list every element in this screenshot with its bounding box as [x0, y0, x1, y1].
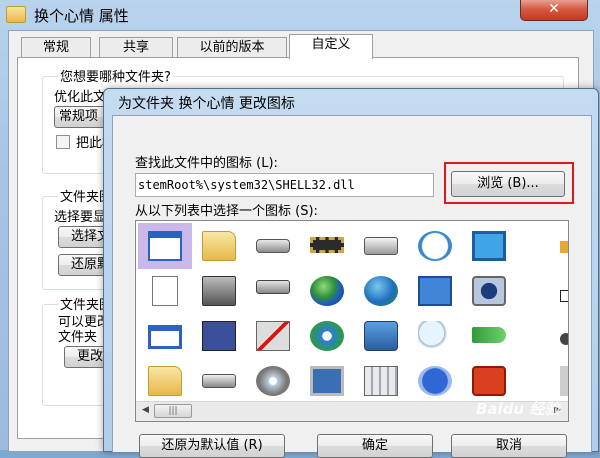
- globe-icon: [310, 276, 344, 306]
- tab-sharing[interactable]: 共享: [99, 37, 173, 58]
- icon-cell[interactable]: [408, 313, 462, 359]
- icon-cell[interactable]: [516, 223, 568, 269]
- icon-list[interactable]: ◀ ||| ▶: [135, 220, 569, 422]
- icon-cell[interactable]: [300, 268, 354, 314]
- icon-cell[interactable]: [354, 223, 408, 269]
- icon-cell[interactable]: [246, 268, 300, 314]
- drive-printer-icon: [202, 276, 236, 306]
- document-icon: [152, 276, 178, 306]
- icon-cell[interactable]: [246, 223, 300, 269]
- properties-title: 换个心情 属性: [34, 7, 129, 25]
- globe-cd-icon: [310, 321, 344, 351]
- icon-cell[interactable]: [300, 313, 354, 359]
- icon-cell[interactable]: [138, 358, 192, 404]
- icon-list-label: 从以下列表中选择一个图标 (S):: [135, 204, 318, 219]
- folder-icon: [6, 6, 26, 23]
- folder-icon-desc2: 文件夹: [58, 330, 98, 345]
- icon-cell[interactable]: [408, 268, 462, 314]
- calculator-icon: [364, 366, 398, 396]
- network-icon: [364, 321, 398, 351]
- icon-cell[interactable]: [246, 358, 300, 404]
- media-player-icon: [472, 276, 506, 306]
- scroll-left-icon[interactable]: ◀: [142, 405, 149, 415]
- restore-default-button[interactable]: 还原为默认值 (R): [139, 434, 285, 458]
- icon-cell[interactable]: [408, 223, 462, 269]
- dialog-title: 为文件夹 换个心情 更改图标: [118, 96, 295, 112]
- magnifier-icon: [418, 321, 452, 351]
- disc-drive-icon: [202, 374, 236, 388]
- close-button[interactable]: ✕: [520, 0, 588, 21]
- power-icon: [472, 366, 506, 396]
- floppy-icon: [202, 321, 236, 351]
- drive-delete-icon: [256, 321, 290, 351]
- icon-cell[interactable]: [516, 268, 568, 314]
- icon-cell[interactable]: [462, 313, 516, 359]
- icon-cell[interactable]: [462, 223, 516, 269]
- window-blank-icon: [148, 231, 182, 261]
- icon-cell[interactable]: [138, 313, 192, 359]
- icon-cell[interactable]: [192, 358, 246, 404]
- icon-cell[interactable]: [300, 358, 354, 404]
- green-arrow-icon: [472, 327, 506, 343]
- globe-network-icon: [364, 276, 398, 306]
- folder-icon-2: [148, 366, 182, 396]
- icon-cell[interactable]: [192, 313, 246, 359]
- icon-cell[interactable]: [408, 358, 462, 404]
- icon-cell[interactable]: [246, 313, 300, 359]
- folder-type-label: 您想要哪种文件夹?: [58, 66, 173, 85]
- window-frame-icon: [148, 325, 182, 349]
- find-icons-label: 查找此文件中的图标 (L):: [135, 156, 278, 171]
- printer-icon: [364, 237, 398, 255]
- control-panel-icon: [418, 276, 452, 306]
- icon-cell[interactable]: [354, 358, 408, 404]
- clock-icon: [418, 231, 452, 261]
- shortcut-arrow-icon: [560, 290, 568, 302]
- icon-cell[interactable]: [300, 223, 354, 269]
- partial-icon: [560, 241, 568, 253]
- apply-subfolders-checkbox[interactable]: [56, 135, 70, 149]
- chip-icon: [310, 237, 344, 253]
- icon-cell[interactable]: [354, 268, 408, 314]
- cancel-button[interactable]: 取消: [451, 434, 567, 458]
- tab-previous-versions[interactable]: 以前的版本: [177, 37, 287, 58]
- browse-button[interactable]: 浏览 (B)...: [451, 171, 565, 197]
- properties-titlebar: 换个心情 属性 ✕: [0, 0, 600, 30]
- help-icon: [418, 366, 452, 396]
- icon-cell[interactable]: [354, 313, 408, 359]
- scroll-thumb[interactable]: |||: [154, 404, 192, 418]
- partial3-icon: [560, 366, 568, 396]
- monitor-blue-icon: [472, 231, 506, 261]
- cd-drive-icon: [256, 366, 290, 396]
- partial2-icon: [560, 333, 568, 345]
- watermark: Baidu 经验: [476, 400, 560, 418]
- icon-file-path-input[interactable]: stemRoot%\system32\SHELL32.dll: [135, 173, 434, 197]
- icon-cell[interactable]: [138, 268, 192, 314]
- folder-icon: [202, 231, 236, 261]
- ok-button[interactable]: 确定: [317, 434, 433, 458]
- drive-icon: [256, 239, 290, 253]
- tab-general[interactable]: 常规: [21, 37, 91, 58]
- computer-icon: [310, 366, 344, 396]
- icon-cell[interactable]: [516, 313, 568, 359]
- icon-cell[interactable]: [192, 223, 246, 269]
- network-drive-icon: [256, 280, 290, 294]
- icon-cell[interactable]: [138, 223, 192, 269]
- tab-customize[interactable]: 自定义: [289, 34, 373, 59]
- icon-cell[interactable]: [462, 268, 516, 314]
- icon-cell[interactable]: [192, 268, 246, 314]
